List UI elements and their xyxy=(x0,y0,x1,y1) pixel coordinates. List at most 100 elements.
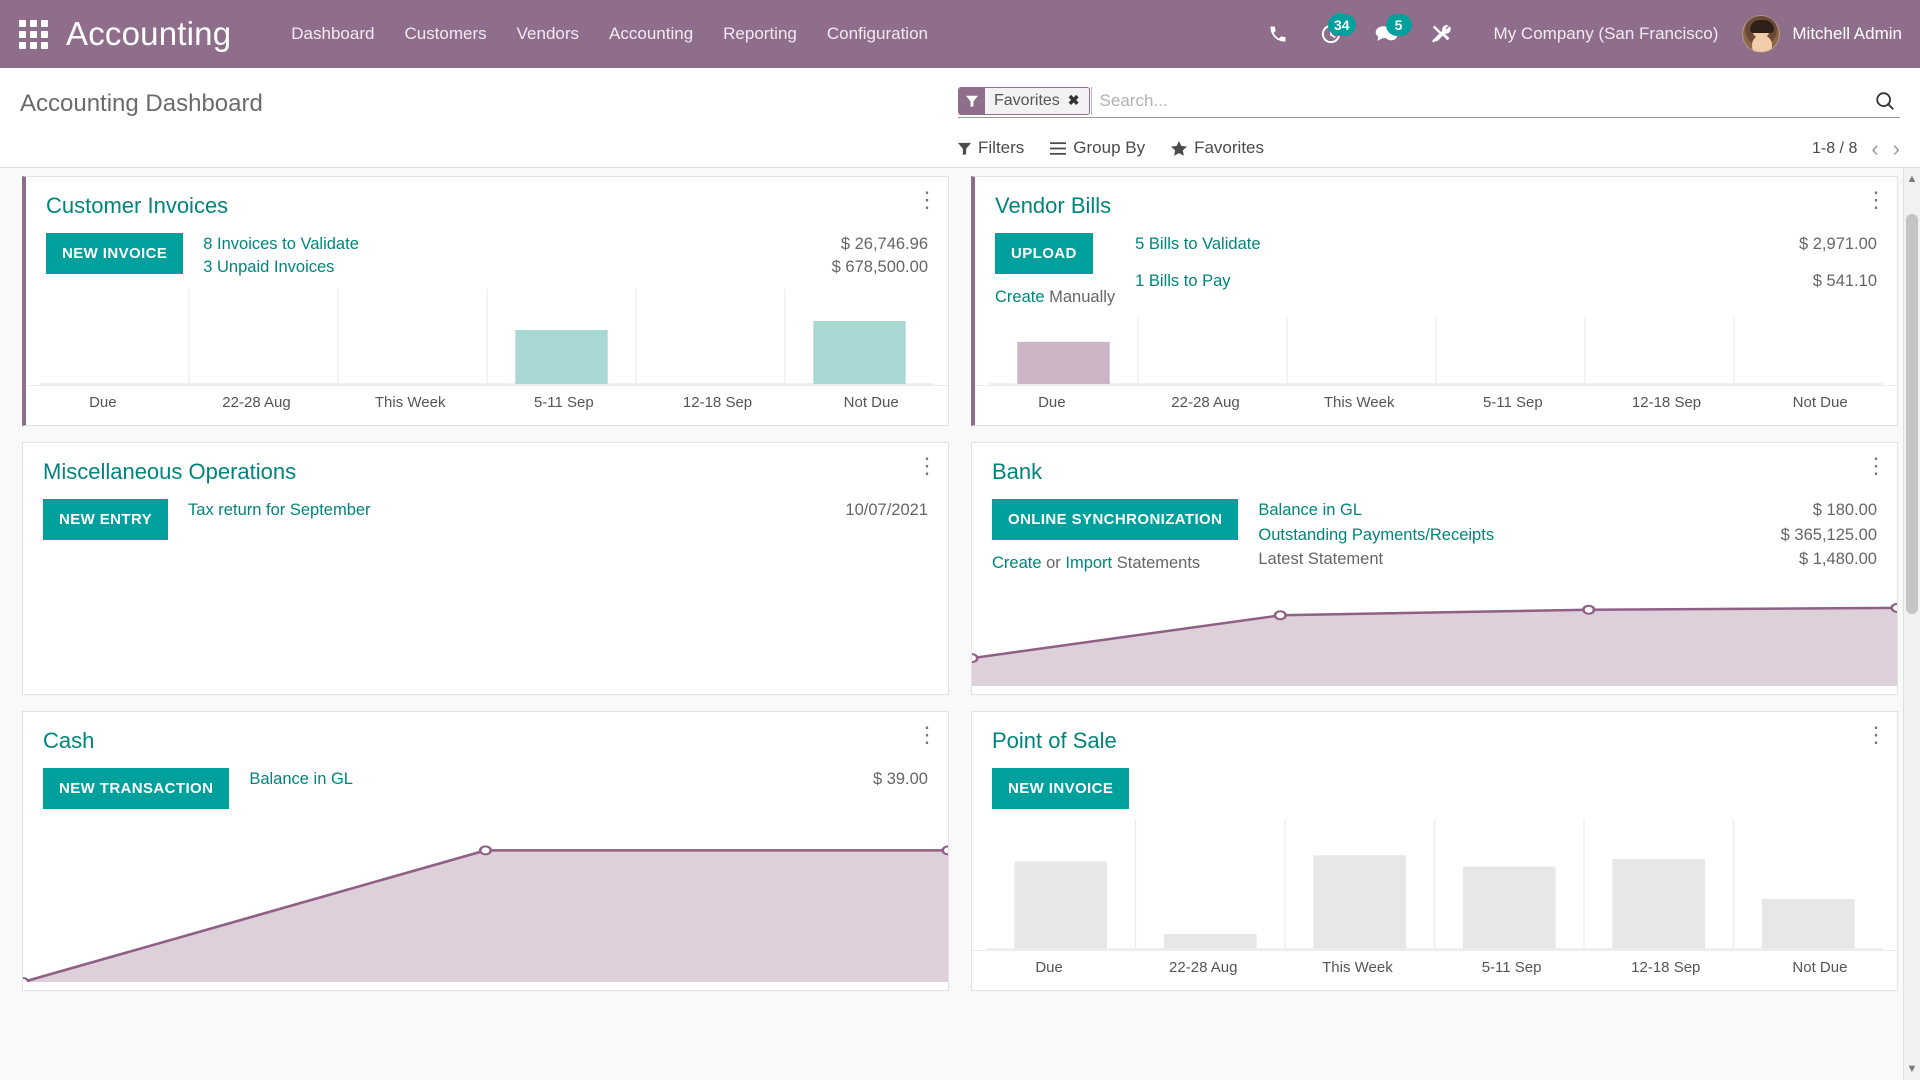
menu-item-configuration[interactable]: Configuration xyxy=(827,24,928,44)
kpi-cash-balance-in-gl[interactable]: Balance in GL xyxy=(249,768,692,809)
upload-button[interactable]: UPLOAD xyxy=(995,233,1093,274)
pager: 1-8 / 8 ‹ › xyxy=(1812,138,1900,160)
pos-new-invoice-button[interactable]: NEW INVOICE xyxy=(992,768,1130,809)
search-button[interactable] xyxy=(1870,90,1900,112)
kpi-row: Tax return for September 10/07/2021 xyxy=(188,499,928,540)
scrollbar-thumb[interactable] xyxy=(1906,214,1918,614)
facet-remove-icon[interactable]: ✖ xyxy=(1068,92,1080,109)
favorites-dropdown[interactable]: Favorites xyxy=(1171,138,1264,158)
new-invoice-button[interactable]: NEW INVOICE xyxy=(46,233,184,274)
chart-point-of-sale[interactable]: Due 22-28 Aug This Week 5-11 Sep 12-18 Sep No… xyxy=(972,809,1897,986)
kpi-row: Latest Statement $ 1,480.00 xyxy=(1258,548,1877,573)
app-brand-title[interactable]: Accounting xyxy=(66,15,231,53)
search-magnifier-icon xyxy=(1876,91,1894,110)
kpi-bills-to-validate-value: $ 2,971.00 xyxy=(1799,235,1877,253)
axis-tick-label: Not Due xyxy=(1792,394,1848,411)
menu-item-dashboard[interactable]: Dashboard xyxy=(291,24,374,44)
card-body-bank: ONLINE SYNCHRONIZATION Create or Import … xyxy=(972,485,1897,573)
chart-cash[interactable] xyxy=(23,809,948,982)
menu-item-vendors[interactable]: Vendors xyxy=(517,24,579,44)
axis-tick-label: 22-28 Aug xyxy=(1169,959,1238,976)
search-input[interactable] xyxy=(1090,86,1870,115)
kpi-bills-to-validate[interactable]: 5 Bills to Validate xyxy=(1135,233,1592,270)
main-menu: Dashboard Customers Vendors Accounting R… xyxy=(291,24,928,44)
kpi-row: 5 Bills to Validate $ 2,971.00 xyxy=(1135,233,1877,270)
kpi-outstanding-payments[interactable]: Outstanding Payments/Receipts xyxy=(1258,524,1697,549)
chart-vendor-bills[interactable]: Due 22-28 Aug This Week 5-11 Sep 12-18 Sep No… xyxy=(975,307,1897,421)
axis-tick-label: 5-11 Sep xyxy=(1482,394,1543,411)
kpi-latest-statement-value: $ 1,480.00 xyxy=(1799,550,1877,569)
card-title-customer-invoices[interactable]: Customer Invoices xyxy=(26,177,948,219)
filters-dropdown[interactable]: Filters xyxy=(958,138,1024,158)
kpi-balance-in-gl[interactable]: Balance in GL xyxy=(1258,499,1697,524)
chart-axis-labels: Due 22-28 Aug This Week 5-11 Sep 12-18 Sep No… xyxy=(26,385,948,421)
menu-item-customers[interactable]: Customers xyxy=(404,24,486,44)
scroll-down-arrow-icon[interactable]: ▼ xyxy=(1904,1060,1920,1078)
card-point-of-sale: Point of Sale ⋮ NEW INVOICE Due 22-28 Aug… xyxy=(971,711,1898,991)
dashboard-row-1: Customer Invoices ⋮ NEW INVOICE 8 Invoic… xyxy=(22,176,1898,426)
card-title-bank[interactable]: Bank xyxy=(972,443,1897,485)
pager-previous-button[interactable]: ‹ xyxy=(1871,138,1878,160)
developer-tools-button[interactable] xyxy=(1414,0,1468,68)
sublinks-bank: Create or Import Statements xyxy=(992,554,1238,573)
chart-customer-invoices[interactable]: Due 22-28 Aug This Week 5-11 Sep 12-18 Sep No… xyxy=(26,279,948,421)
new-transaction-button[interactable]: NEW TRANSACTION xyxy=(43,768,230,809)
tools-wrench-icon xyxy=(1431,25,1451,43)
kpi-invoices-to-validate[interactable]: 8 Invoices to Validate xyxy=(203,233,651,256)
axis-tick-label: 5-11 Sep xyxy=(1481,959,1542,976)
company-switcher[interactable]: My Company (San Francisco) xyxy=(1468,24,1733,44)
apps-menu-button[interactable] xyxy=(0,0,66,68)
kpi-invoices-to-validate-value: $ 26,746.96 xyxy=(840,235,928,253)
scroll-up-arrow-icon[interactable]: ▲ xyxy=(1904,170,1920,188)
axis-tick-label: This Week xyxy=(1323,394,1395,411)
card-menu-bank[interactable]: ⋮ xyxy=(1865,454,1887,476)
kpi-unpaid-invoices[interactable]: 3 Unpaid Invoices xyxy=(203,256,651,279)
card-title-cash[interactable]: Cash xyxy=(23,712,948,754)
card-left-miscellaneous-operations: NEW ENTRY xyxy=(43,499,169,540)
star-icon xyxy=(1171,140,1188,156)
search-facet-favorites[interactable]: Favorites ✖ xyxy=(958,86,1090,115)
axis-tick-label: 22-28 Aug xyxy=(222,394,291,411)
menu-item-accounting[interactable]: Accounting xyxy=(609,24,693,44)
messages-button[interactable]: 5 xyxy=(1358,0,1414,68)
filter-funnel-icon xyxy=(958,142,971,155)
kpi-tax-return[interactable]: Tax return for September xyxy=(188,499,697,540)
kpi-cash-balance-in-gl-value: $ 39.00 xyxy=(872,770,928,788)
or-text: or xyxy=(1041,554,1066,572)
card-menu-customer-invoices[interactable]: ⋮ xyxy=(916,188,938,210)
kpi-bills-to-pay-value: $ 541.10 xyxy=(1812,272,1877,290)
vertical-scrollbar[interactable]: ▲ ▼ xyxy=(1903,168,1920,1080)
hamburger-lines-icon xyxy=(1050,141,1067,155)
phone-icon xyxy=(1270,26,1286,42)
user-menu[interactable]: Mitchell Admin xyxy=(1732,15,1902,53)
card-menu-point-of-sale[interactable]: ⋮ xyxy=(1865,723,1887,745)
user-name-label: Mitchell Admin xyxy=(1792,24,1902,43)
card-body-cash: NEW TRANSACTION Balance in GL $ 39.00 xyxy=(23,754,948,809)
online-synchronization-button[interactable]: ONLINE SYNCHRONIZATION xyxy=(992,499,1239,540)
card-title-vendor-bills[interactable]: Vendor Bills xyxy=(975,177,1897,219)
card-miscellaneous-operations: Miscellaneous Operations ⋮ NEW ENTRY Tax… xyxy=(22,442,949,695)
sublinks-vendor-bills: Create Manually xyxy=(995,288,1115,307)
import-statement-link[interactable]: Import xyxy=(1065,554,1112,572)
new-entry-button[interactable]: NEW ENTRY xyxy=(43,499,169,540)
pager-next-button[interactable]: › xyxy=(1893,138,1900,160)
phone-button[interactable] xyxy=(1252,0,1304,68)
card-menu-cash[interactable]: ⋮ xyxy=(916,723,938,745)
create-link[interactable]: Create xyxy=(995,288,1045,306)
group-by-dropdown[interactable]: Group By xyxy=(1050,138,1145,158)
kpi-bills-to-pay[interactable]: 1 Bills to Pay xyxy=(1135,270,1592,307)
card-menu-miscellaneous-operations[interactable]: ⋮ xyxy=(916,454,938,476)
chart-bank[interactable] xyxy=(972,573,1897,686)
create-statement-link[interactable]: Create xyxy=(992,554,1042,572)
card-title-miscellaneous-operations[interactable]: Miscellaneous Operations xyxy=(23,443,948,485)
card-menu-vendor-bills[interactable]: ⋮ xyxy=(1865,188,1887,210)
apps-grid-icon xyxy=(18,19,48,49)
card-title-point-of-sale[interactable]: Point of Sale xyxy=(972,712,1897,754)
bar-chart-svg xyxy=(989,317,1883,385)
menu-item-reporting[interactable]: Reporting xyxy=(723,24,797,44)
kpi-row: Balance in GL $ 180.00 xyxy=(1258,499,1877,524)
activities-button[interactable]: 34 xyxy=(1304,0,1358,68)
dashboard-row-3: Cash ⋮ NEW TRANSACTION Balance in GL $ 3… xyxy=(22,711,1898,991)
kpi-row: 1 Bills to Pay $ 541.10 xyxy=(1135,270,1877,307)
card-right-miscellaneous-operations: Tax return for September 10/07/2021 xyxy=(168,499,928,540)
